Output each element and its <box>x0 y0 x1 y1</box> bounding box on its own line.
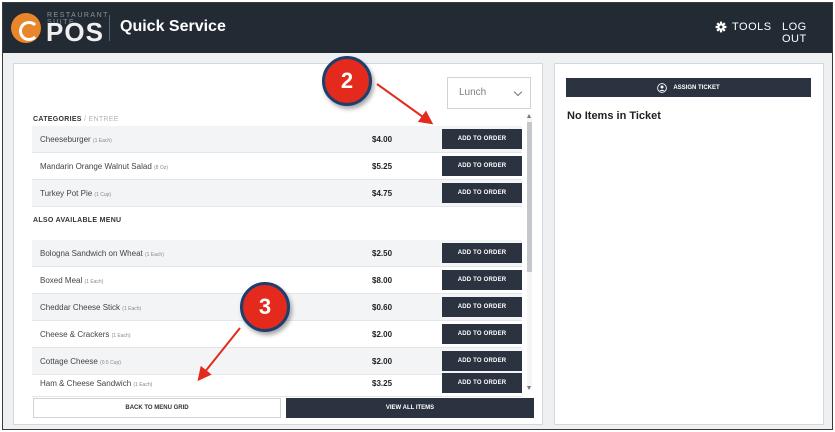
item-price: $2.00 <box>372 330 393 339</box>
ticket-empty-message: No Items in Ticket <box>567 110 661 122</box>
item-price: $4.00 <box>372 135 393 144</box>
item-name: Turkey Pot Pie <box>40 189 93 198</box>
item-name: Bologna Sandwich on Wheat <box>40 249 143 258</box>
menu-item-row: Bologna Sandwich on Wheat (1 Each) $2.50… <box>32 240 522 267</box>
item-unit: (8 Oz) <box>154 165 168 171</box>
menu-item-row: Mandarin Orange Walnut Salad (8 Oz) $5.2… <box>32 153 522 180</box>
header-divider <box>109 15 110 41</box>
add-to-order-button[interactable]: ADD TO ORDER <box>442 270 522 290</box>
logo-text: POS <box>46 17 104 47</box>
item-name: Ham & Cheese Sandwich <box>40 379 132 388</box>
item-price: $2.00 <box>372 357 393 366</box>
add-to-order-button[interactable]: ADD TO ORDER <box>442 324 522 344</box>
scroll-up-icon[interactable] <box>527 114 531 118</box>
item-unit: (1 Each) <box>92 138 112 144</box>
menu-item-row: Ham & Cheese Sandwich (1 Each) $3.25 ADD… <box>32 370 522 397</box>
assign-ticket-label: ASSIGN TICKET <box>673 84 720 91</box>
item-price: $4.75 <box>372 189 393 198</box>
item-price: $8.00 <box>372 276 393 285</box>
app-logo[interactable]: RESTAURANT SUITE POS <box>11 9 107 47</box>
tools-menu[interactable]: TOOLS <box>715 21 772 33</box>
page-title: Quick Service <box>120 18 226 35</box>
logout-link[interactable]: LOG OUT <box>782 21 832 45</box>
add-to-order-button[interactable]: ADD TO ORDER <box>442 297 522 317</box>
item-name: Cottage Cheese <box>40 357 98 366</box>
item-price: $0.60 <box>372 303 393 312</box>
add-to-order-button[interactable]: ADD TO ORDER <box>442 243 522 263</box>
current-category: ENTREE <box>88 116 119 123</box>
item-name: Mandarin Orange Walnut Salad <box>40 162 152 171</box>
add-to-order-button[interactable]: ADD TO ORDER <box>442 129 522 149</box>
menu-scrollbar[interactable] <box>527 114 532 390</box>
add-to-order-button[interactable]: ADD TO ORDER <box>442 156 522 176</box>
tools-label: TOOLS <box>732 21 772 33</box>
chevron-down-icon <box>513 87 523 97</box>
meal-period-select[interactable]: Lunch <box>447 77 531 109</box>
item-unit: (1 Each) <box>84 279 104 285</box>
app-window: RESTAURANT SUITE POS Quick Service TOOLS… <box>2 2 833 430</box>
also-available-heading: ALSO AVAILABLE MENU <box>33 217 122 224</box>
item-unit: (1 Each) <box>133 382 153 388</box>
item-price: $3.25 <box>372 379 393 388</box>
add-to-order-button[interactable]: ADD TO ORDER <box>442 183 522 203</box>
scroll-thumb[interactable] <box>527 122 532 272</box>
item-unit: (1 Cup) <box>94 192 112 198</box>
menu-item-row: Turkey Pot Pie (1 Cup) $4.75 ADD TO ORDE… <box>32 180 522 207</box>
item-name: Cheeseburger <box>40 135 91 144</box>
item-unit: (0.5 Cup) <box>100 360 121 366</box>
menu-panel: Lunch CATEGORIES / ENTREE Cheeseburger (… <box>13 63 543 425</box>
user-circle-icon <box>657 82 668 93</box>
back-to-menu-grid-button[interactable]: BACK TO MENU GRID <box>33 398 281 418</box>
category-breadcrumb: CATEGORIES / ENTREE <box>33 116 119 123</box>
view-all-items-button[interactable]: VIEW ALL ITEMS <box>286 398 534 418</box>
categories-label[interactable]: CATEGORIES <box>33 116 82 123</box>
step-callout-3: 3 <box>240 282 290 332</box>
item-name: Boxed Meal <box>40 276 83 285</box>
item-price: $5.25 <box>372 162 393 171</box>
item-unit: (1 Each) <box>122 306 142 312</box>
item-unit: (1 Each) <box>111 333 131 339</box>
add-to-order-button[interactable]: ADD TO ORDER <box>442 351 522 371</box>
item-price: $2.50 <box>372 249 393 258</box>
add-to-order-button[interactable]: ADD TO ORDER <box>442 373 522 393</box>
item-unit: (1 Each) <box>144 252 164 258</box>
logo-mark-icon <box>11 13 41 43</box>
item-name: Cheese & Crackers <box>40 330 110 339</box>
item-name: Cheddar Cheese Stick <box>40 303 121 312</box>
top-bar: RESTAURANT SUITE POS Quick Service TOOLS… <box>3 3 832 53</box>
step-callout-2: 2 <box>322 56 372 106</box>
ticket-panel: ASSIGN TICKET No Items in Ticket <box>554 63 824 425</box>
assign-ticket-button[interactable]: ASSIGN TICKET <box>566 78 811 97</box>
meal-period-value: Lunch <box>459 87 487 98</box>
scroll-down-icon[interactable] <box>527 386 531 390</box>
gear-icon <box>715 21 727 33</box>
menu-item-row: Cheeseburger (1 Each) $4.00 ADD TO ORDER <box>32 126 522 153</box>
